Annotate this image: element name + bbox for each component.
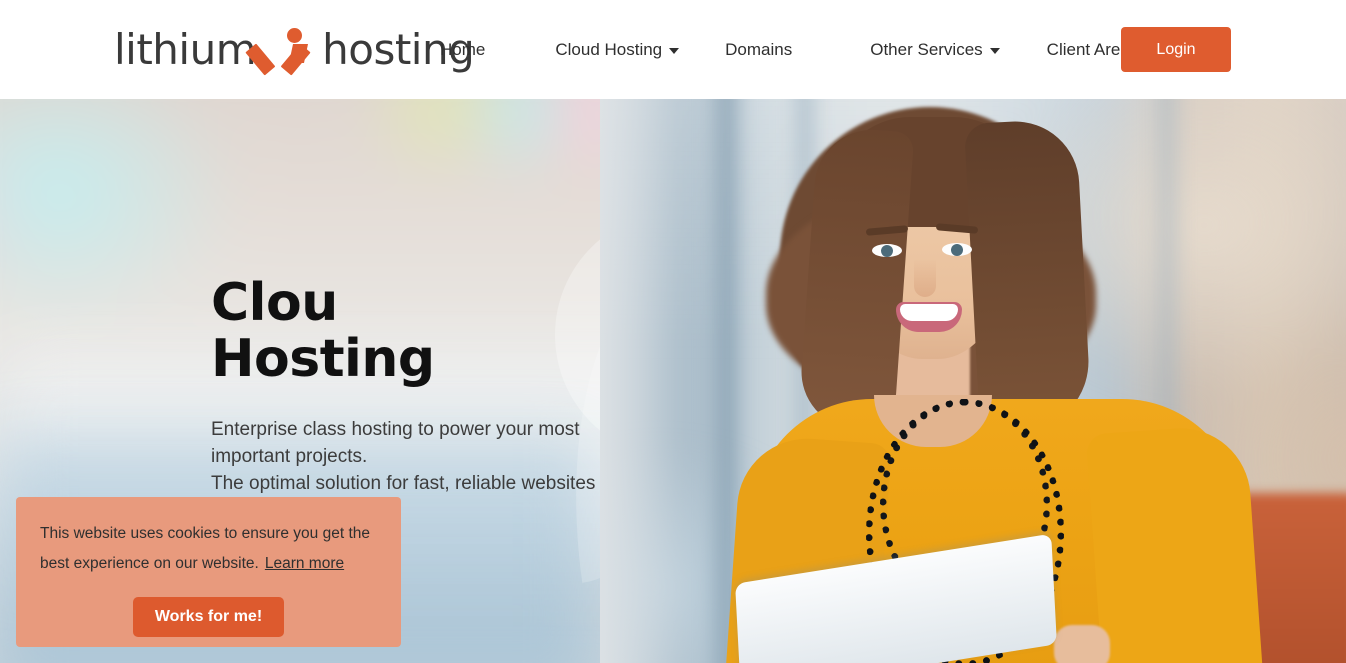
logo-stem-shape	[289, 44, 309, 63]
person-shirt-shoulder-right	[1085, 423, 1263, 663]
hero-title-line-2: Hosting	[211, 329, 435, 390]
site-logo[interactable]: lithium hosting	[114, 24, 475, 76]
cookie-learn-more-link[interactable]: Learn more	[265, 555, 344, 572]
cookie-message-line-1: This website uses cookies to ensure you …	[40, 525, 370, 542]
nav-item-home[interactable]: Home	[440, 34, 485, 66]
person-hand	[1054, 625, 1110, 663]
person-nose	[914, 259, 936, 297]
hero-title-line-1: Clou	[211, 273, 338, 333]
cookie-message-line-2: best experience on our website.	[40, 555, 259, 573]
nav-item-other-services-label: Other Services	[870, 39, 983, 59]
photo-person	[726, 99, 1263, 663]
main-navigation: Home Cloud Hosting Domains Other Service…	[440, 0, 1147, 99]
hero-subtitle-line-3: The optimal solution for fast, reliable …	[211, 473, 596, 495]
person-mouth	[896, 302, 962, 332]
nav-item-cloud-hosting[interactable]: Cloud Hosting	[555, 34, 680, 66]
logo-dot-shape	[287, 28, 303, 43]
person-iris-right	[951, 244, 963, 256]
cookie-message: This website uses cookies to ensure you …	[40, 519, 377, 579]
cookie-consent-banner: This website uses cookies to ensure you …	[16, 497, 401, 647]
nav-item-client-area-label: Client Area	[1046, 39, 1130, 59]
hero-photo	[600, 99, 1346, 663]
hero-text-block: Clou Hosting Enterprise class hosting to…	[211, 275, 651, 498]
nav-item-domains[interactable]: Domains	[725, 34, 792, 66]
nav-item-cloud-hosting-label: Cloud Hosting	[555, 39, 663, 59]
nav-item-domains-label: Domains	[725, 39, 793, 59]
logo-text-lithium: lithium	[114, 25, 257, 74]
nav-item-home-label: Home	[440, 39, 486, 59]
login-button[interactable]: Login	[1121, 27, 1231, 72]
person-teeth	[900, 304, 958, 321]
hero-subtitle-line-2: important projects.	[211, 446, 368, 468]
chevron-down-icon	[669, 48, 680, 54]
chevron-down-icon	[989, 48, 1000, 54]
page-root: lithium hosting Home Cloud Hosting Domai…	[0, 0, 1346, 663]
hero-title: Clou Hosting	[211, 275, 651, 387]
cookie-accept-button[interactable]: Works for me!	[132, 597, 285, 638]
lithium-li-mark-icon	[245, 26, 320, 76]
person-iris-left	[881, 245, 893, 257]
nav-item-other-services[interactable]: Other Services	[870, 34, 1000, 66]
person-hair-right	[963, 118, 1093, 434]
site-header: lithium hosting Home Cloud Hosting Domai…	[0, 0, 1346, 99]
hero-subtitle-line-1: Enterprise class hosting to power your m…	[211, 419, 580, 441]
hero-subtitle: Enterprise class hosting to power your m…	[211, 417, 651, 498]
